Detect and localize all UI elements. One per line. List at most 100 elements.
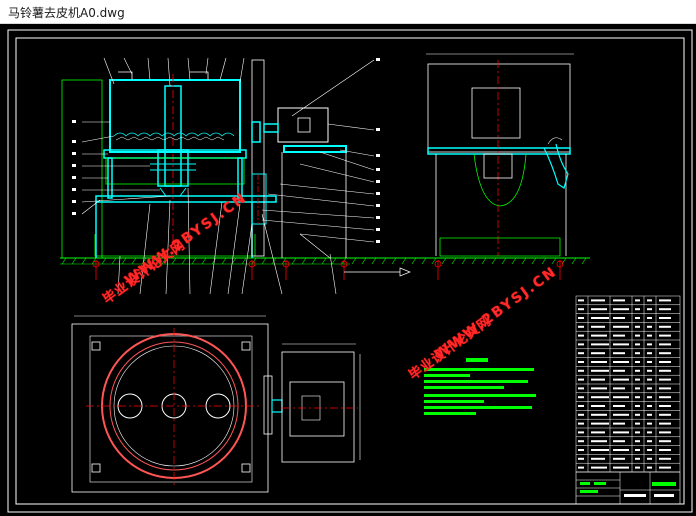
parts-list-cell-text (659, 466, 671, 469)
parts-list-cell-text (635, 440, 640, 443)
parts-list-cell-text (578, 352, 584, 355)
parts-list-cell-text (613, 325, 629, 328)
parts-list-cell-text (613, 405, 625, 407)
parts-list-cell-text (659, 343, 671, 346)
parts-list-cell-text (613, 369, 625, 372)
parts-list-cell-text (578, 466, 584, 469)
parts-list-cell-text (613, 431, 629, 434)
parts-list-cell-text (591, 440, 607, 443)
parts-list-cell-text (578, 325, 584, 328)
parts-list-cell-text (578, 361, 584, 363)
parts-list-cell-text (591, 457, 605, 460)
parts-list-cell-text (647, 352, 652, 355)
parts-list-cell-text (578, 343, 584, 346)
parts-list-cell-text (659, 369, 671, 372)
parts-list-cell-text (635, 352, 640, 355)
parts-list-cell-text (647, 334, 652, 337)
parts-list-cell-text (647, 361, 652, 363)
parts-list-cell-text (647, 387, 652, 390)
parts-list-cell-text (578, 457, 584, 460)
parts-list-cell-text (659, 440, 671, 443)
parts-list-cell-text (647, 413, 652, 416)
title-block (575, 471, 681, 505)
parts-list-cell-text (613, 466, 629, 469)
parts-list-cell-text (591, 325, 605, 328)
parts-list-cell-text (613, 396, 629, 399)
parts-list-cell-text (635, 396, 640, 399)
parts-list-cell-text (591, 334, 607, 337)
parts-list-cell-text (578, 369, 584, 372)
parts-list-cell-text (613, 308, 629, 311)
parts-list-cell-text (659, 405, 671, 407)
parts-list-cell-text (635, 369, 640, 372)
parts-list-cell-text (647, 440, 652, 443)
parts-list-cell-text (635, 405, 640, 407)
parts-list-cell-text (659, 449, 671, 451)
parts-list-cell-text (578, 405, 584, 407)
parts-list-cell-text (647, 396, 652, 399)
parts-list-cell-text (591, 361, 607, 363)
parts-list-cell-text (635, 387, 640, 390)
cad-drawing[interactable] (0, 24, 696, 516)
parts-list-cell-text (591, 317, 609, 319)
parts-list-cell-text (659, 325, 671, 328)
parts-list-cell-text (659, 387, 671, 390)
parts-list-cell-text (591, 431, 605, 434)
parts-list-cell-text (591, 405, 605, 407)
parts-list-cell-text (578, 317, 584, 319)
parts-list-cell-text (659, 361, 671, 363)
parts-list-cell-text (578, 396, 584, 399)
parts-list-cell-text (578, 308, 584, 311)
parts-list-cell-text (591, 396, 609, 399)
parts-list-cell-text (591, 413, 607, 416)
parts-list-cell-text (591, 422, 609, 425)
parts-list-cell-text (659, 422, 671, 425)
parts-list-cell-text (635, 422, 640, 425)
parts-list-cell-text (635, 449, 640, 451)
parts-list-cell-text (635, 413, 640, 416)
parts-list-cell-text (578, 378, 584, 381)
front-view (60, 57, 590, 295)
parts-list-cell-text (635, 457, 640, 460)
parts-list-cell-text (613, 440, 625, 443)
technical-notes (424, 358, 536, 415)
parts-list-cell-text (635, 325, 640, 328)
parts-list-cell-text (591, 299, 605, 302)
parts-list-cell-text (613, 361, 629, 363)
parts-list-cell-text (635, 308, 640, 311)
parts-list-cell-text (613, 449, 629, 451)
parts-list-cell-text (647, 422, 652, 425)
cad-viewport[interactable]: 毕业设计论文网 WWW.2BYSJ.CN 毕业设计论文网 WWW.2BYSJ.C… (0, 24, 696, 516)
parts-list-cell-text (613, 413, 629, 416)
parts-list-cell-text (647, 378, 652, 381)
parts-list-cell-text (647, 369, 652, 372)
parts-list-cell-text (578, 387, 584, 390)
parts-list-cell-text (647, 431, 652, 434)
parts-list-cell-text (647, 317, 652, 319)
parts-list-cell-text (613, 299, 625, 302)
parts-list-cell-text (647, 343, 652, 346)
parts-list-cell-text (591, 387, 607, 390)
top-view (71, 315, 361, 493)
parts-list-cell-text (613, 317, 625, 319)
parts-list-cell-text (659, 431, 671, 434)
parts-list-cell-text (659, 457, 671, 460)
parts-list-cell-text (578, 422, 584, 425)
parts-list-cell-text (635, 378, 640, 381)
parts-list-cell-text (647, 308, 652, 311)
parts-list-cell-text (591, 466, 607, 469)
parts-list-cell-text (578, 299, 584, 302)
parts-list-cell-text (659, 396, 671, 399)
parts-list-cell-text (613, 343, 629, 346)
parts-list-cell-text (647, 405, 652, 407)
parts-list-cell-text (659, 378, 671, 381)
parts-list-cell-text (647, 466, 652, 469)
parts-list-cell-text (578, 431, 584, 434)
parts-list-cell-text (591, 352, 605, 355)
parts-list-cell-text (635, 431, 640, 434)
parts-list-cell-text (613, 457, 625, 460)
parts-list-cell-text (659, 299, 671, 302)
parts-list-cell-text (591, 343, 609, 346)
parts-list-cell-text (659, 308, 671, 311)
parts-list-cell-text (647, 299, 652, 302)
